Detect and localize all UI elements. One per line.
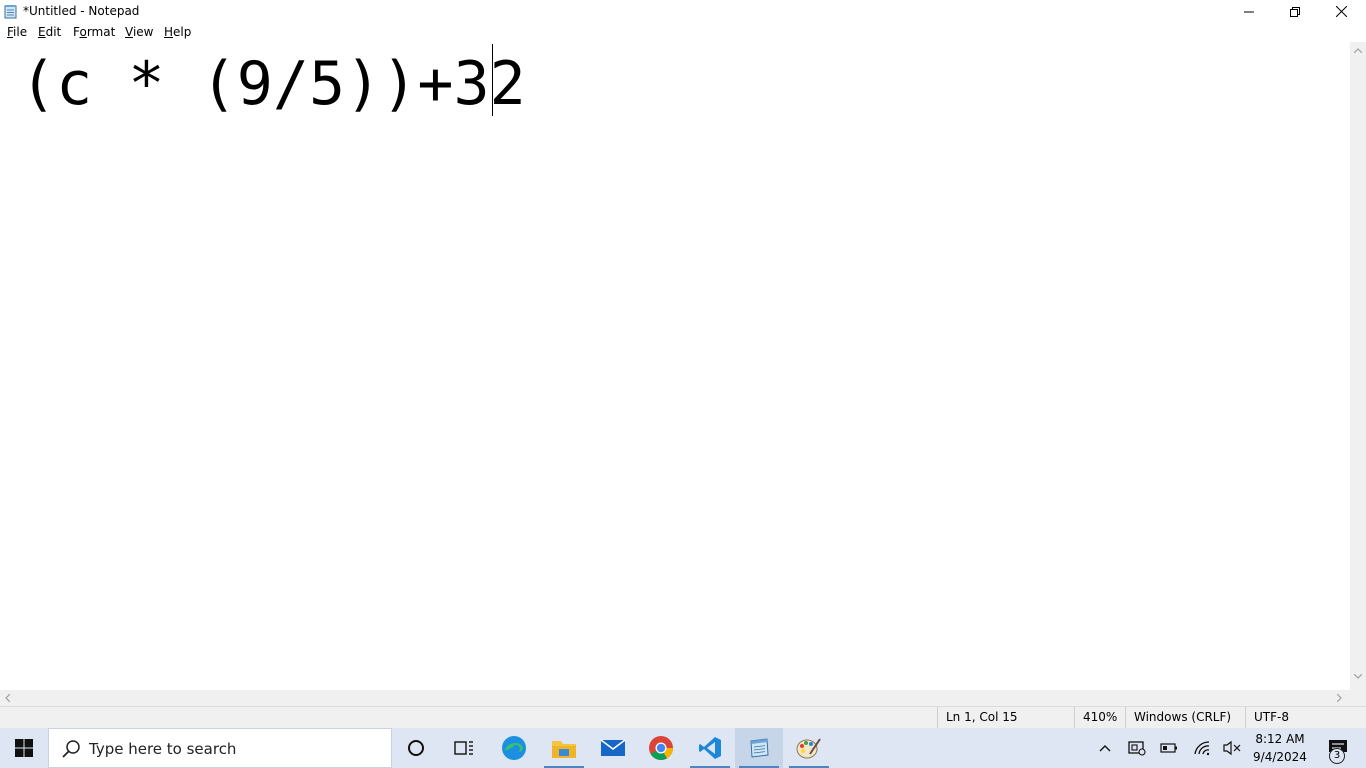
horizontal-scrollbar[interactable]: [0, 690, 1350, 706]
menu-view-accel: V: [125, 25, 133, 39]
file-explorer-icon: [552, 741, 576, 758]
menu-help[interactable]: Help: [164, 25, 191, 39]
mail-icon: [600, 739, 626, 756]
menu-file[interactable]: File: [7, 25, 27, 39]
menu-bar: File Edit Format View Help: [0, 23, 1366, 42]
scroll-left-icon[interactable]: [5, 694, 10, 702]
scrollbar-corner: [1350, 690, 1366, 706]
vertical-scrollbar[interactable]: [1350, 42, 1366, 690]
task-view-icon: [454, 741, 473, 755]
cortana-icon: [408, 740, 424, 756]
menu-format[interactable]: Format: [73, 25, 115, 39]
editor-content[interactable]: (c * (9/5))+32: [20, 48, 526, 120]
menu-edit-label: dit: [45, 25, 62, 39]
menu-help-label: elp: [173, 25, 192, 39]
vscode-icon: [699, 737, 721, 759]
file-explorer-taskbar-button[interactable]: [540, 728, 588, 768]
battery-button[interactable]: [1155, 728, 1183, 768]
search-placeholder: Type here to search: [89, 740, 237, 758]
menu-view-label: iew: [132, 25, 154, 39]
clock-time: 8:12 AM: [1255, 732, 1305, 746]
clock-date: 9/4/2024: [1253, 750, 1307, 764]
menu-edit-accel: E: [38, 25, 46, 39]
restore-button[interactable]: [1272, 0, 1318, 23]
notepad-app-icon[interactable]: [4, 4, 18, 19]
network-button[interactable]: [1188, 728, 1216, 768]
wifi-icon: [1194, 741, 1210, 756]
minimize-button[interactable]: [1226, 0, 1272, 23]
restore-icon: [1290, 6, 1300, 17]
status-cursor-position: Ln 1, Col 15: [937, 707, 1074, 728]
paint-taskbar-button[interactable]: [785, 728, 833, 768]
text-caret: [492, 44, 493, 116]
paint-icon: [796, 738, 821, 759]
edge-icon: [502, 736, 526, 760]
chevron-up-icon: [1099, 745, 1111, 752]
status-bar: Ln 1, Col 15 410% Windows (CRLF) UTF-8: [0, 706, 1366, 728]
volume-button[interactable]: [1218, 728, 1246, 768]
status-line-endings: Windows (CRLF): [1125, 707, 1245, 728]
status-encoding: UTF-8: [1245, 707, 1366, 728]
device-manager-icon: [1128, 741, 1146, 756]
menu-view[interactable]: View: [125, 25, 153, 39]
window-title: *Untitled - Notepad: [23, 4, 140, 18]
mail-taskbar-button[interactable]: [589, 728, 637, 768]
search-icon: [62, 740, 80, 758]
start-button[interactable]: [0, 728, 48, 768]
notification-count-badge: 3: [1329, 748, 1345, 764]
close-button[interactable]: [1318, 0, 1364, 23]
chrome-taskbar-button[interactable]: [637, 728, 685, 768]
volume-muted-icon: [1223, 740, 1241, 756]
chrome-icon: [649, 736, 673, 761]
notepad-icon: [750, 738, 769, 758]
show-hidden-icons-button[interactable]: [1091, 728, 1119, 768]
edge-taskbar-button[interactable]: [490, 728, 538, 768]
taskbar-search-box[interactable]: Type here to search: [48, 728, 392, 768]
windows-logo-icon: [15, 739, 33, 757]
close-icon: [1335, 6, 1347, 17]
scroll-right-icon[interactable]: [1337, 694, 1342, 702]
menu-format-rest: rmat: [86, 25, 116, 39]
menu-file-label: ile: [13, 25, 28, 39]
battery-icon: [1160, 743, 1177, 753]
taskbar: Type here to search 8:12 AM 9/4/2024 3: [0, 728, 1366, 768]
title-bar: *Untitled - Notepad: [0, 0, 1366, 23]
tray-app-button[interactable]: [1123, 728, 1151, 768]
menu-help-accel: H: [164, 25, 174, 39]
minimize-icon: [1244, 11, 1254, 12]
cortana-button[interactable]: [392, 728, 440, 768]
text-editor[interactable]: (c * (9/5))+32: [0, 42, 1350, 690]
task-view-button[interactable]: [440, 728, 488, 768]
notepad-taskbar-button[interactable]: [735, 728, 783, 768]
scroll-down-icon[interactable]: [1354, 674, 1362, 679]
menu-edit[interactable]: Edit: [38, 25, 61, 39]
scroll-up-icon[interactable]: [1354, 48, 1362, 53]
vscode-taskbar-button[interactable]: [686, 728, 734, 768]
taskbar-clock[interactable]: 8:12 AM 9/4/2024: [1250, 730, 1310, 766]
status-zoom: 410%: [1074, 707, 1125, 728]
